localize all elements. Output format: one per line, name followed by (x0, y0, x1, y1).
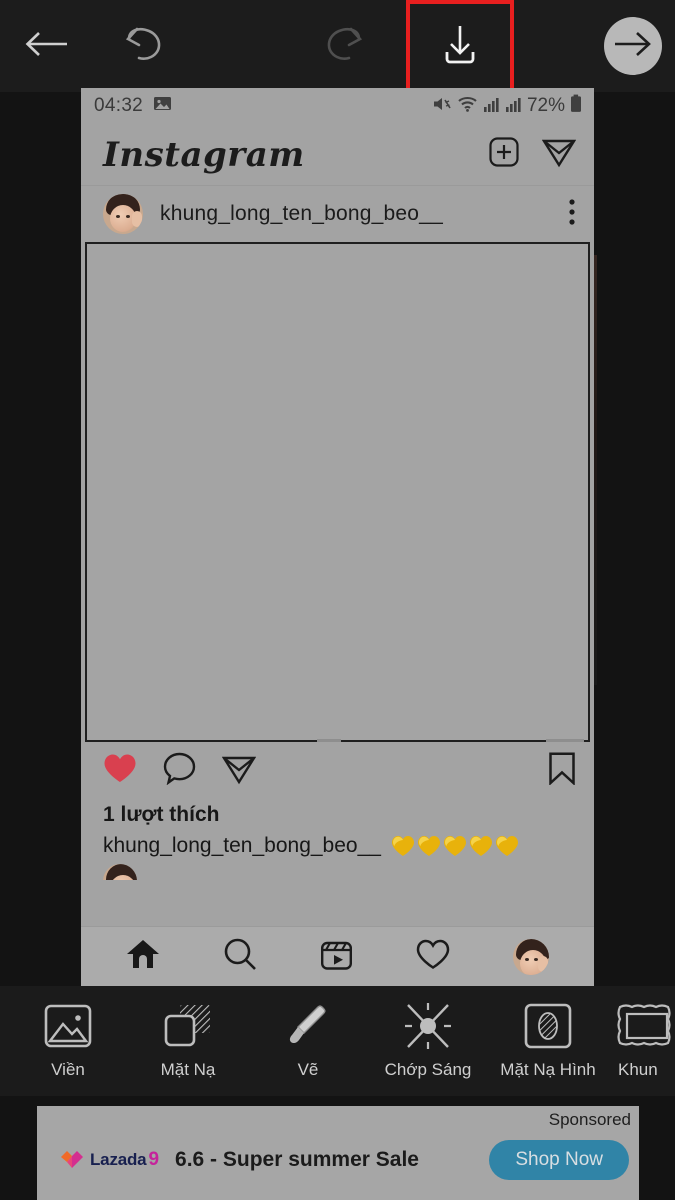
battery-icon (570, 94, 582, 118)
post-action-bar (81, 742, 594, 800)
comment-row-avatar (81, 858, 594, 880)
ad-headline: 6.6 - Super summer Sale (175, 1148, 419, 1171)
back-arrow-icon (23, 27, 69, 66)
tool-mat-na-hinh[interactable]: Mặt Nạ Hình (488, 986, 608, 1080)
shop-now-button[interactable]: Shop Now (489, 1140, 629, 1180)
image-icon (153, 95, 172, 117)
next-button-circle (603, 17, 662, 75)
post-header: khung_long_ten_bong_beo__ (81, 186, 594, 242)
battery-percent: 72% (526, 95, 565, 116)
tool-label: Mặt Nạ Hình (500, 1060, 596, 1079)
avatar (512, 938, 549, 975)
redo-icon (317, 23, 367, 70)
redo-button[interactable] (296, 0, 388, 92)
lazada-mark: 9 (148, 1149, 160, 1170)
tool-label: Chớp Sáng (384, 1060, 472, 1079)
tool-ve[interactable]: Vẽ (248, 986, 368, 1080)
signal-bars-icon (483, 95, 500, 118)
media-bottom-nub-right (546, 739, 584, 742)
avatar-eye-right (533, 957, 538, 961)
instagram-app-header: Instagram (81, 124, 594, 186)
instagram-screenshot-preview[interactable]: 04:32 72% Instagram khung_long_ten_bong_… (81, 88, 594, 986)
sponsored-ad-banner[interactable]: Sponsored Lazada 9 6.6 - Super summer Sa… (37, 1106, 639, 1200)
reels-icon[interactable] (320, 938, 353, 976)
post-caption: khung_long_ten_bong_beo__ (81, 830, 594, 858)
search-icon[interactable] (223, 937, 257, 976)
forward-arrow-icon (613, 29, 653, 64)
sponsored-label: Sponsored (548, 1110, 631, 1129)
status-time: 04:32 (94, 95, 144, 116)
bookmark-icon[interactable] (548, 752, 576, 790)
undo-icon (121, 23, 171, 70)
tool-khung[interactable]: Khun (608, 986, 675, 1080)
yellow-heart-icon (391, 836, 414, 856)
send-paper-plane-icon[interactable] (221, 753, 257, 790)
editor-tool-strip: Viền Mặt Nạ Vẽ Chớp Sáng Mặt Nạ Hình Khu… (0, 986, 675, 1096)
home-icon[interactable] (126, 938, 160, 975)
download-icon (436, 20, 484, 73)
tool-chop-sang[interactable]: Chớp Sáng (368, 986, 488, 1080)
lazada-wordmark: Lazada (90, 1150, 147, 1169)
phone-status-bar: 04:32 72% (81, 88, 594, 124)
instagram-header-actions (488, 136, 577, 173)
tool-label: Vẽ (297, 1060, 319, 1079)
plus-square-icon[interactable] (488, 136, 520, 173)
lens-flare-icon (402, 1000, 454, 1052)
yellow-heart-icon (495, 836, 518, 856)
instagram-logo: Instagram (103, 134, 305, 175)
avatar-eye-right (126, 215, 130, 218)
wavy-frame-icon (616, 1000, 675, 1052)
post-username[interactable]: khung_long_ten_bong_beo__ (160, 202, 443, 226)
activity-heart-icon[interactable] (416, 939, 450, 975)
shape-mask-icon (523, 1000, 573, 1052)
avatar-hand (132, 211, 142, 227)
profile-avatar-icon[interactable] (512, 938, 549, 975)
caption-username[interactable]: khung_long_ten_bong_beo__ (103, 834, 381, 858)
ad-content-row: Lazada 9 6.6 - Super summer Sale Shop No… (37, 1136, 639, 1184)
tool-label: Mặt Nạ (160, 1060, 216, 1079)
yellow-heart-icon (443, 836, 466, 856)
likes-count[interactable]: 1 lượt thích (81, 800, 594, 830)
preview-right-edge-sliver (594, 255, 597, 685)
status-notification-icons (153, 95, 172, 117)
avatar-eye-left (524, 957, 529, 961)
editor-top-toolbar (0, 0, 675, 92)
mute-icon (432, 95, 452, 118)
heart-filled-icon[interactable] (103, 753, 137, 789)
avatar[interactable] (103, 194, 143, 234)
send-paper-plane-icon[interactable] (541, 136, 577, 173)
mask-squares-icon (162, 1000, 214, 1052)
picture-frame-icon (43, 1000, 93, 1052)
comment-bubble-icon[interactable] (163, 752, 196, 790)
avatar-hand (537, 955, 548, 972)
tool-mat-na[interactable]: Mặt Nạ (128, 986, 248, 1080)
instagram-bottom-nav (81, 926, 594, 986)
tool-label: Khun (618, 1060, 658, 1079)
more-options-icon[interactable] (568, 198, 576, 231)
media-bottom-nub-left (317, 739, 342, 742)
back-button[interactable] (4, 0, 88, 92)
wifi-icon (457, 95, 478, 118)
tool-label: Viền (51, 1060, 85, 1079)
lazada-logo: Lazada 9 (59, 1148, 159, 1172)
post-photo[interactable] (85, 242, 590, 742)
caption-emoji-group (391, 835, 519, 857)
yellow-heart-icon (417, 836, 440, 856)
next-button[interactable] (590, 0, 675, 92)
status-system-icons: 72% (432, 94, 582, 118)
paintbrush-icon (284, 1000, 332, 1052)
signal-bars-icon (505, 95, 522, 118)
avatar[interactable] (103, 864, 137, 880)
avatar-eye-left (116, 215, 120, 218)
tool-vien[interactable]: Viền (8, 986, 128, 1080)
screenshot-root: 04:32 72% Instagram khung_long_ten_bong_… (0, 0, 675, 1200)
undo-button[interactable] (100, 0, 192, 92)
yellow-heart-icon (469, 836, 492, 856)
download-button[interactable] (406, 0, 514, 92)
